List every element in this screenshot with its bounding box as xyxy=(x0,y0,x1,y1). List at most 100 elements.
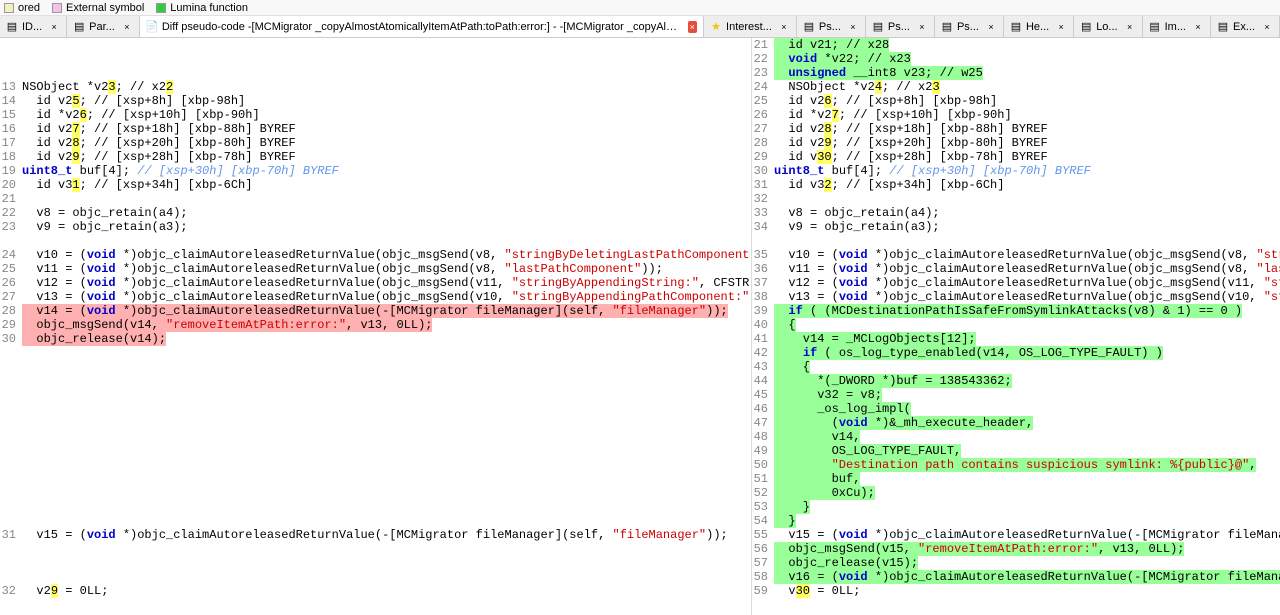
code-line[interactable]: 39 if ( (MCDestinationPathIsSafeFromSyml… xyxy=(752,304,1280,318)
code-line[interactable] xyxy=(752,234,1280,248)
code-line[interactable] xyxy=(0,444,751,458)
code-line[interactable]: 27 id v28; // [xsp+18h] [xbp-88h] BYREF xyxy=(752,122,1280,136)
code-line[interactable]: 25 id v26; // [xsp+8h] [xbp-98h] xyxy=(752,94,1280,108)
code-line[interactable] xyxy=(0,38,751,52)
code-line[interactable]: 59 v30 = 0LL; xyxy=(752,584,1280,598)
code-line[interactable]: 22 void *v22; // x23 xyxy=(752,52,1280,66)
code-line[interactable]: 37 v12 = (void *)objc_claimAutoreleasedR… xyxy=(752,276,1280,290)
code-line[interactable]: 42 if ( os_log_type_enabled(v14, OS_LOG_… xyxy=(752,346,1280,360)
code-line[interactable]: 43 { xyxy=(752,360,1280,374)
code-line[interactable]: 38 v13 = (void *)objc_claimAutoreleasedR… xyxy=(752,290,1280,304)
code-line[interactable]: 45 v32 = v8; xyxy=(752,388,1280,402)
tab-interest[interactable]: ★ Interest... × xyxy=(704,16,797,37)
code-line[interactable]: 32 xyxy=(752,192,1280,206)
tab-ps2[interactable]: ▤ Ps... × xyxy=(866,16,935,37)
code-line[interactable] xyxy=(0,570,751,584)
code-line[interactable]: 14 id v25; // [xsp+8h] [xbp-98h] xyxy=(0,94,751,108)
code-line[interactable]: 36 v11 = (void *)objc_claimAutoreleasedR… xyxy=(752,262,1280,276)
code-line[interactable] xyxy=(0,402,751,416)
code-line[interactable]: 58 v16 = (void *)objc_claimAutoreleasedR… xyxy=(752,570,1280,584)
close-icon[interactable]: × xyxy=(1261,21,1273,33)
code-line[interactable]: 25 v11 = (void *)objc_claimAutoreleasedR… xyxy=(0,262,751,276)
code-line[interactable]: 24 v10 = (void *)objc_claimAutoreleasedR… xyxy=(0,248,751,262)
diff-pane-right[interactable]: 21 id v21; // x2822 void *v22; // x2323 … xyxy=(752,38,1280,615)
close-icon[interactable]: × xyxy=(48,21,60,33)
code-line[interactable]: 29 objc_msgSend(v14, "removeItemAtPath:e… xyxy=(0,318,751,332)
code-line[interactable]: 15 id *v26; // [xsp+10h] [xbp-90h] xyxy=(0,108,751,122)
code-line[interactable]: 51 buf, xyxy=(752,472,1280,486)
code-line[interactable]: 46 _os_log_impl( xyxy=(752,402,1280,416)
code-line[interactable]: 16 id v27; // [xsp+18h] [xbp-88h] BYREF xyxy=(0,122,751,136)
code-line[interactable]: 28 id v29; // [xsp+20h] [xbp-80h] BYREF xyxy=(752,136,1280,150)
code-line[interactable]: 30 objc_release(v14); xyxy=(0,332,751,346)
code-line[interactable] xyxy=(0,66,751,80)
code-line[interactable] xyxy=(0,388,751,402)
close-icon[interactable]: × xyxy=(1055,21,1067,33)
code-line[interactable]: 54 } xyxy=(752,514,1280,528)
code-line[interactable]: 47 (void *)&_mh_execute_header, xyxy=(752,416,1280,430)
code-line[interactable] xyxy=(0,360,751,374)
tab-ps1[interactable]: ▤ Ps... × xyxy=(797,16,866,37)
code-line[interactable] xyxy=(0,514,751,528)
tab-diff-main[interactable]: 📄 Diff pseudo-code -[MCMigrator _copyAlm… xyxy=(140,16,704,37)
code-line[interactable]: 13NSObject *v23; // x22 xyxy=(0,80,751,94)
code-line[interactable]: 23 v9 = objc_retain(a3); xyxy=(0,220,751,234)
code-line[interactable]: 22 v8 = objc_retain(a4); xyxy=(0,206,751,220)
code-line[interactable]: 50 "Destination path contains suspicious… xyxy=(752,458,1280,472)
code-line[interactable] xyxy=(0,542,751,556)
code-line[interactable]: 41 v14 = _MCLogObjects[12]; xyxy=(752,332,1280,346)
code-line[interactable]: 29 id v30; // [xsp+28h] [xbp-78h] BYREF xyxy=(752,150,1280,164)
code-line[interactable]: 17 id v28; // [xsp+20h] [xbp-80h] BYREF xyxy=(0,136,751,150)
code-line[interactable]: 57 objc_release(v15); xyxy=(752,556,1280,570)
code-line[interactable]: 33 v8 = objc_retain(a4); xyxy=(752,206,1280,220)
close-icon[interactable]: × xyxy=(778,21,790,33)
close-icon[interactable]: × xyxy=(688,21,698,33)
code-line[interactable]: 56 objc_msgSend(v15, "removeItemAtPath:e… xyxy=(752,542,1280,556)
code-line[interactable]: 20 id v31; // [xsp+34h] [xbp-6Ch] xyxy=(0,178,751,192)
code-line[interactable]: 21 id v21; // x28 xyxy=(752,38,1280,52)
close-icon[interactable]: × xyxy=(1124,21,1136,33)
code-line[interactable]: 26 v12 = (void *)objc_claimAutoreleasedR… xyxy=(0,276,751,290)
code-line[interactable]: 55 v15 = (void *)objc_claimAutoreleasedR… xyxy=(752,528,1280,542)
code-line[interactable]: 30uint8_t buf[4]; // [xsp+30h] [xbp-70h]… xyxy=(752,164,1280,178)
code-line[interactable]: 53 } xyxy=(752,500,1280,514)
code-line[interactable] xyxy=(0,346,751,360)
code-line[interactable]: 40 { xyxy=(752,318,1280,332)
tab-he[interactable]: ▤ He... × xyxy=(1004,16,1074,37)
tab-id[interactable]: ▤ ID... × xyxy=(0,16,67,37)
code-line[interactable] xyxy=(0,458,751,472)
code-line[interactable]: 27 v13 = (void *)objc_claimAutoreleasedR… xyxy=(0,290,751,304)
code-line[interactable]: 35 v10 = (void *)objc_claimAutoreleasedR… xyxy=(752,248,1280,262)
code-line[interactable]: 18 id v29; // [xsp+28h] [xbp-78h] BYREF xyxy=(0,150,751,164)
close-icon[interactable]: × xyxy=(916,21,928,33)
tab-ex[interactable]: ▤ Ex... × xyxy=(1211,16,1280,37)
diff-pane-left[interactable]: 13NSObject *v23; // x2214 id v25; // [xs… xyxy=(0,38,752,615)
code-line[interactable]: 48 v14, xyxy=(752,430,1280,444)
tab-par[interactable]: ▤ Par... × xyxy=(67,16,140,37)
code-line[interactable] xyxy=(0,374,751,388)
code-line[interactable] xyxy=(0,430,751,444)
code-line[interactable] xyxy=(0,416,751,430)
code-line[interactable]: 34 v9 = objc_retain(a3); xyxy=(752,220,1280,234)
code-line[interactable] xyxy=(0,472,751,486)
code-line[interactable]: 31 v15 = (void *)objc_claimAutoreleasedR… xyxy=(0,528,751,542)
code-line[interactable]: 44 *(_DWORD *)buf = 138543362; xyxy=(752,374,1280,388)
close-icon[interactable]: × xyxy=(985,21,997,33)
code-line[interactable]: 23 unsigned __int8 v23; // w25 xyxy=(752,66,1280,80)
code-line[interactable]: 49 OS_LOG_TYPE_FAULT, xyxy=(752,444,1280,458)
tab-ps3[interactable]: ▤ Ps... × xyxy=(935,16,1004,37)
code-line[interactable]: 28 v14 = (void *)objc_claimAutoreleasedR… xyxy=(0,304,751,318)
code-line[interactable] xyxy=(0,500,751,514)
code-line[interactable]: 19uint8_t buf[4]; // [xsp+30h] [xbp-70h]… xyxy=(0,164,751,178)
code-line[interactable]: 26 id *v27; // [xsp+10h] [xbp-90h] xyxy=(752,108,1280,122)
code-line[interactable] xyxy=(0,52,751,66)
code-line[interactable]: 32 v29 = 0LL; xyxy=(0,584,751,598)
close-icon[interactable]: × xyxy=(1192,21,1204,33)
tab-im[interactable]: ▤ Im... × xyxy=(1143,16,1211,37)
code-line[interactable]: 21 xyxy=(0,192,751,206)
code-line[interactable]: 31 id v32; // [xsp+34h] [xbp-6Ch] xyxy=(752,178,1280,192)
code-line[interactable]: 24 NSObject *v24; // x23 xyxy=(752,80,1280,94)
tab-lo[interactable]: ▤ Lo... × xyxy=(1074,16,1142,37)
code-line[interactable] xyxy=(0,234,751,248)
code-line[interactable] xyxy=(0,486,751,500)
